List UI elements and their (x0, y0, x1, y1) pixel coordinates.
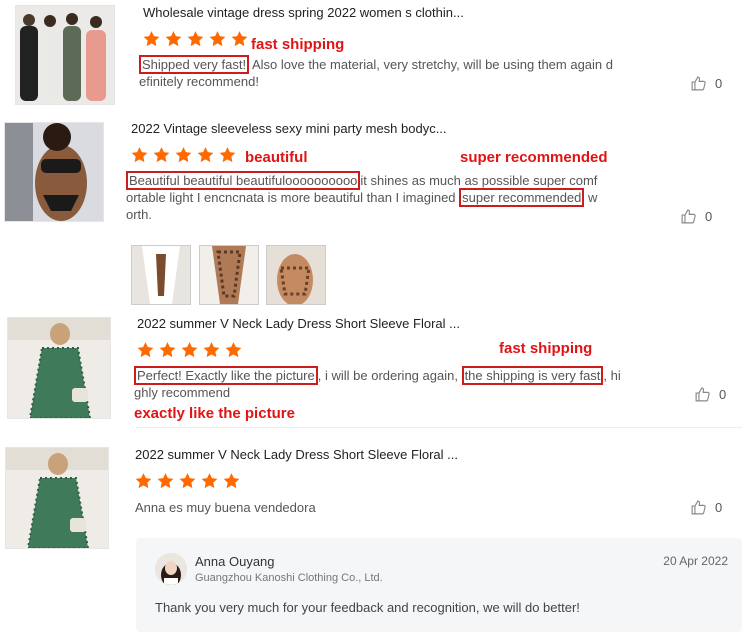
annotation-fast-shipping-2: fast shipping (499, 340, 593, 357)
star-icon (230, 30, 249, 48)
star-icon (136, 341, 155, 359)
review-2-text: Beautiful beautiful beautifuloooooooooo i… (126, 171, 626, 223)
review-3-stars (136, 341, 243, 359)
reply-message: Thank you very much for your feedback an… (155, 600, 580, 615)
star-icon (180, 341, 199, 359)
annotation-beautiful: beautiful (245, 149, 308, 166)
review-2-photo-1[interactable] (131, 245, 191, 305)
review-2-text-rest-2: w (584, 190, 598, 205)
review-1-text: Shipped very fast! Also love the materia… (139, 55, 639, 90)
star-icon (164, 30, 183, 48)
product-thumbnail-1[interactable] (15, 5, 115, 105)
review-4-product-title[interactable]: 2022 summer V Neck Lady Dress Short Slee… (135, 447, 458, 462)
star-icon (186, 30, 205, 48)
review-2-highlight-2: super recommended (459, 188, 585, 207)
review-2-text-line-3: orth. (126, 207, 153, 222)
review-4-like-count: 0 (715, 500, 723, 515)
review-3-text-rest-1: , i will be ordering again, (317, 368, 462, 383)
review-2-product-title[interactable]: 2022 Vintage sleeveless sexy mini party … (131, 121, 447, 136)
review-4-text: Anna es muy buena vendedora (135, 500, 316, 515)
review-3-text: Perfect! Exactly like the picture, i wil… (134, 366, 644, 401)
star-icon (208, 30, 227, 48)
seller-name: Anna Ouyang (195, 554, 275, 569)
star-icon (158, 341, 177, 359)
review-2-like-button[interactable]: 0 (680, 208, 712, 225)
reply-date: 20 Apr 2022 (663, 554, 728, 568)
annotation-super-recommended: super recommended (460, 149, 608, 166)
seller-reply-box: Anna Ouyang Guangzhou Kanoshi Clothing C… (136, 538, 742, 632)
product-thumbnail-2[interactable] (4, 122, 104, 222)
product-thumbnail-4[interactable] (5, 447, 109, 549)
star-icon (200, 472, 219, 490)
avatar (155, 553, 187, 585)
review-1-stars (142, 30, 249, 48)
star-icon (196, 146, 215, 164)
review-3-like-button[interactable]: 0 (694, 386, 726, 403)
annotation-fast-shipping-1: fast shipping (251, 36, 345, 53)
review-2-like-count: 0 (705, 209, 713, 224)
star-icon (222, 472, 241, 490)
review-3-highlight-2: the shipping is very fast (461, 366, 604, 385)
review-2-photo-3[interactable] (266, 245, 326, 305)
review-1-highlight-1: Shipped very fast! (139, 55, 250, 74)
thumbs-up-icon (691, 500, 706, 515)
star-icon (202, 341, 221, 359)
star-icon (174, 146, 193, 164)
review-4-like-button[interactable]: 0 (690, 499, 722, 516)
review-2-stars (130, 146, 237, 164)
review-3-text-line-2: ghly recommend (134, 385, 231, 400)
star-icon (156, 472, 175, 490)
review-3-product-title[interactable]: 2022 summer V Neck Lady Dress Short Slee… (137, 316, 460, 331)
star-icon (218, 146, 237, 164)
review-1-like-button[interactable]: 0 (690, 75, 722, 92)
review-2-highlight-1: Beautiful beautiful beautifuloooooooooo (126, 171, 361, 190)
star-icon (224, 341, 243, 359)
review-2-text-rest-1: it shines as much as possible super comf (360, 173, 598, 188)
product-thumbnail-3[interactable] (7, 317, 111, 419)
star-icon (130, 146, 149, 164)
star-icon (178, 472, 197, 490)
thumbs-up-icon (681, 209, 696, 224)
review-1-text-rest: Also love the material, very stretchy, w… (249, 57, 613, 72)
review-4-stars (134, 472, 241, 490)
thumbs-up-icon (695, 387, 710, 402)
star-icon (152, 146, 171, 164)
star-icon (134, 472, 153, 490)
review-1-text-line-2: efinitely recommend! (139, 74, 259, 89)
seller-company: Guangzhou Kanoshi Clothing Co., Ltd. (195, 572, 383, 584)
review-1-product-title[interactable]: Wholesale vintage dress spring 2022 wome… (143, 5, 464, 20)
review-3-text-rest-2: , hi (603, 368, 621, 383)
review-3-highlight-1: Perfect! Exactly like the picture (134, 366, 318, 385)
review-1-like-count: 0 (715, 76, 723, 91)
thumbs-up-icon (691, 76, 706, 91)
divider (136, 427, 742, 428)
review-2-photo-2[interactable] (199, 245, 259, 305)
review-2-text-line-2: ortable light I encncnata is more beauti… (126, 190, 460, 205)
annotation-exactly-like-picture: exactly like the picture (134, 405, 295, 422)
star-icon (142, 30, 161, 48)
review-3-like-count: 0 (719, 387, 727, 402)
